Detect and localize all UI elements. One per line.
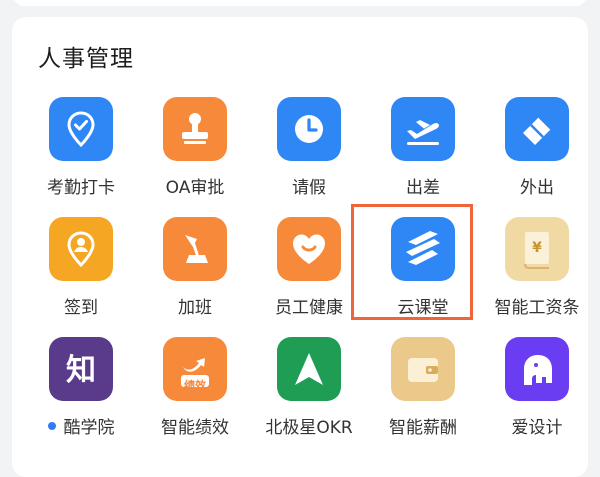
svg-text:¥: ¥ — [532, 240, 542, 256]
app-smart-payslip[interactable]: ¥ 智能工资条 — [482, 217, 592, 327]
app-label: 爱设计 — [511, 418, 563, 438]
app-label: 智能工资条 — [494, 298, 580, 318]
app-overtime[interactable]: 加班 — [140, 217, 250, 327]
app-label: 加班 — [178, 298, 212, 318]
app-label: OA审批 — [165, 178, 225, 198]
airplane-icon — [391, 97, 455, 161]
app-label: 出差 — [406, 178, 440, 198]
app-label: 签到 — [64, 298, 98, 318]
desk-lamp-icon — [163, 217, 227, 281]
selection-highlight-box — [351, 204, 473, 320]
previous-card — [12, 0, 588, 6]
app-north-star-okr[interactable]: 北极星OKR — [254, 337, 364, 447]
app-label: 智能薪酬 — [389, 418, 457, 438]
app-label: 北极星OKR — [265, 418, 353, 438]
app-label: 考勤打卡 — [47, 178, 115, 198]
app-ku-college[interactable]: 知 酷学院 — [26, 337, 136, 447]
performance-badge-text: 绩效 — [184, 379, 206, 392]
app-label: 请假 — [292, 178, 326, 198]
eraser-icon — [505, 97, 569, 161]
app-love-design[interactable]: 爱设计 — [482, 337, 592, 447]
yen-scroll-icon: ¥ — [505, 217, 569, 281]
app-smart-salary[interactable]: 智能薪酬 — [368, 337, 478, 447]
app-oa-approval[interactable]: OA审批 — [140, 97, 250, 207]
stamp-icon — [163, 97, 227, 161]
app-label: 员工健康 — [275, 298, 343, 318]
performance-arrow-icon: 绩效 — [163, 337, 227, 401]
app-attendance[interactable]: 考勤打卡 — [26, 97, 136, 207]
wallet-icon — [391, 337, 455, 401]
app-grid: 考勤打卡 OA审批 请假 出差 外出 签到 加班 员工健康 云课堂 ¥ 智能工资… — [12, 17, 588, 477]
app-outing[interactable]: 外出 — [482, 97, 592, 207]
app-label: 智能绩效 — [161, 418, 229, 438]
clock-icon — [277, 97, 341, 161]
app-employee-health[interactable]: 员工健康 — [254, 217, 364, 327]
app-label-with-badge: 酷学院 — [47, 413, 115, 438]
svg-text:知: 知 — [66, 353, 96, 388]
zhi-logo-icon: 知 — [49, 337, 113, 401]
app-leave[interactable]: 请假 — [254, 97, 364, 207]
app-label: 外出 — [520, 178, 554, 198]
heart-smile-icon — [277, 217, 341, 281]
app-business-trip[interactable]: 出差 — [368, 97, 478, 207]
app-label: 酷学院 — [63, 418, 115, 438]
app-check-in[interactable]: 签到 — [26, 217, 136, 327]
north-star-arrow-icon — [277, 337, 341, 401]
new-badge-dot — [47, 421, 56, 430]
hr-management-card: 人事管理 考勤打卡 OA审批 请假 出差 外出 签到 加班 员工健康 云课堂 ¥… — [12, 17, 588, 477]
location-person-icon — [49, 217, 113, 281]
elephant-icon — [505, 337, 569, 401]
location-check-icon — [49, 97, 113, 161]
app-smart-performance[interactable]: 绩效 智能绩效 — [140, 337, 250, 447]
